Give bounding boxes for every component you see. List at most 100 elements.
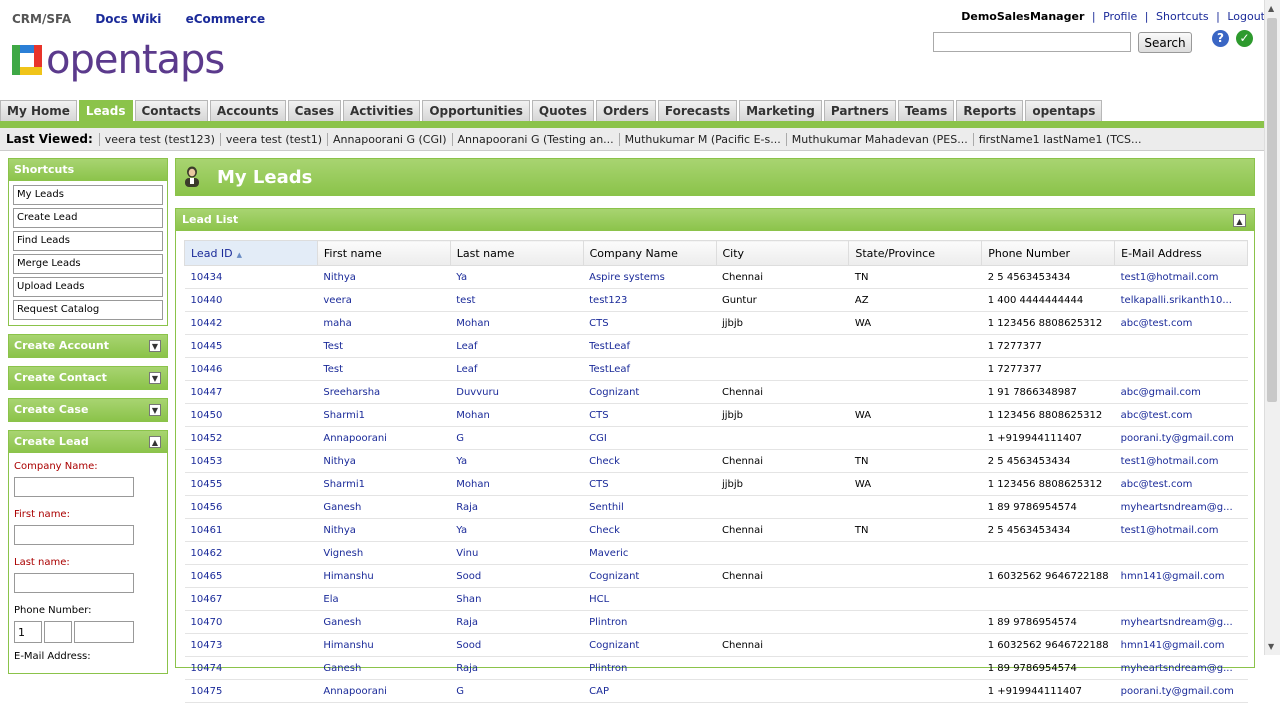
cell-e-mail-address[interactable]: hmn141@gmail.com [1114, 564, 1248, 588]
table-row[interactable]: 10447 Sreeharsha Duvvuru Cognizant Chennai 1 … [184, 380, 1248, 404]
cell-e-mail-address[interactable]: hmn141@gmail.com [1114, 633, 1248, 657]
cell-first-name[interactable]: Ganesh [317, 610, 451, 634]
cell-last-name[interactable]: Leaf [450, 334, 584, 358]
cell-company-name[interactable]: CTS [583, 403, 716, 427]
collapse-icon[interactable]: ▲ [149, 436, 161, 448]
cell-first-name[interactable]: Himanshu [317, 633, 451, 657]
opentaps-logo[interactable]: opentaps [12, 38, 225, 82]
cell-first-name[interactable]: Sharmi1 [317, 472, 451, 496]
cell-company-name[interactable]: TestLeaf [583, 357, 716, 381]
column-header-company-name[interactable]: Company Name [582, 240, 717, 266]
cell-company-name[interactable]: CTS [583, 472, 716, 496]
table-row[interactable]: 10467 Ela Shan HCL [184, 587, 1248, 611]
docs-wiki-link[interactable]: Docs Wiki [95, 12, 161, 26]
cell-e-mail-address[interactable]: test1@hotmail.com [1114, 449, 1248, 473]
expand-icon[interactable]: ▼ [149, 340, 161, 352]
cell-e-mail-address[interactable]: telkapalli.srikanth10... [1114, 288, 1248, 312]
cell-first-name[interactable]: Himanshu [317, 564, 451, 588]
tab-my-home[interactable]: My Home [0, 100, 77, 121]
cell-lead-id[interactable]: 10440 [184, 288, 318, 312]
cell-company-name[interactable]: Cognizant [583, 633, 716, 657]
last-viewed-item[interactable]: firstName1 lastName1 (TCS... [972, 132, 1147, 146]
tab-contacts[interactable]: Contacts [134, 100, 208, 121]
cell-e-mail-address[interactable]: myheartsndream@g... [1114, 495, 1248, 519]
last-viewed-item[interactable]: veera test (test123) [98, 132, 220, 146]
table-row[interactable]: 10473 Himanshu Sood Cognizant Chennai 1 60325… [184, 633, 1248, 657]
last-viewed-item[interactable]: veera test (test1) [219, 132, 327, 146]
last-viewed-item[interactable]: Annapoorani G (Testing an... [451, 132, 619, 146]
tab-activities[interactable]: Activities [342, 100, 421, 121]
cell-lead-id[interactable]: 10473 [184, 633, 318, 657]
column-header-state-province[interactable]: State/Province [848, 240, 983, 266]
cell-first-name[interactable]: Nithya [317, 265, 451, 289]
tab-reports[interactable]: Reports [956, 100, 1024, 121]
cell-first-name[interactable]: maha [317, 311, 451, 335]
cell-e-mail-address[interactable]: myheartsndream@g... [1114, 656, 1248, 680]
cell-last-name[interactable]: test [450, 288, 584, 312]
cell-company-name[interactable]: CGI [583, 426, 716, 450]
phone-country-code-input[interactable] [14, 621, 42, 643]
cell-e-mail-address[interactable]: abc@test.com [1114, 311, 1248, 335]
first-name-input[interactable] [14, 525, 134, 545]
cell-first-name[interactable]: Nithya [317, 518, 451, 542]
column-header-phone-number[interactable]: Phone Number [981, 240, 1116, 266]
last-name-input[interactable] [14, 573, 134, 593]
cell-last-name[interactable]: Duvvuru [450, 380, 584, 404]
scroll-down-icon[interactable]: ▼ [1268, 642, 1274, 651]
cell-lead-id[interactable]: 10450 [184, 403, 318, 427]
table-row[interactable]: 10456 Ganesh Raja Senthil 1 89 9786954574 myh… [184, 495, 1248, 519]
cell-lead-id[interactable]: 10452 [184, 426, 318, 450]
create-lead-header[interactable]: Create Lead ▲ [9, 431, 167, 453]
cell-lead-id[interactable]: 10470 [184, 610, 318, 634]
crm-sfa-link[interactable]: CRM/SFA [12, 12, 71, 26]
cell-last-name[interactable]: Raja [450, 656, 584, 680]
cell-last-name[interactable]: Raja [450, 610, 584, 634]
tab-forecasts[interactable]: Forecasts [657, 100, 738, 121]
cell-last-name[interactable]: G [450, 426, 584, 450]
cell-first-name[interactable]: Ganesh [317, 656, 451, 680]
table-row[interactable]: 10461 Nithya Ya Check Chennai TN 2 5 456345343… [184, 518, 1248, 542]
tab-accounts[interactable]: Accounts [209, 100, 286, 121]
table-row[interactable]: 10442 maha Mohan CTS jjbjb WA 1 123456 8808625… [184, 311, 1248, 335]
cell-last-name[interactable]: Ya [450, 265, 584, 289]
create-contact-header[interactable]: Create Contact ▼ [9, 367, 167, 389]
scrollbar-thumb[interactable] [1267, 18, 1277, 402]
expand-icon[interactable]: ▼ [149, 404, 161, 416]
page-scrollbar[interactable]: ▲ ▼ [1264, 0, 1280, 655]
tab-partners[interactable]: Partners [823, 100, 896, 121]
create-account-header[interactable]: Create Account ▼ [9, 335, 167, 357]
cell-first-name[interactable]: Test [317, 357, 451, 381]
company-name-input[interactable] [14, 477, 134, 497]
table-row[interactable]: 10445 Test Leaf TestLeaf 1 7277377 [184, 334, 1248, 358]
cell-e-mail-address[interactable]: test1@hotmail.com [1114, 518, 1248, 542]
cell-company-name[interactable]: TestLeaf [583, 334, 716, 358]
shortcuts-link[interactable]: Shortcuts [1156, 10, 1209, 23]
column-header-lead-id[interactable]: Lead ID ▲ [184, 240, 318, 266]
cell-last-name[interactable]: Mohan [450, 311, 584, 335]
table-row[interactable]: 10455 Sharmi1 Mohan CTS jjbjb WA 1 123456 8808… [184, 472, 1248, 496]
table-row[interactable]: 10452 Annapoorani G CGI 1 +919944111407 poora… [184, 426, 1248, 450]
table-row[interactable]: 10434 Nithya Ya Aspire systems Chennai TN 2 5 … [184, 265, 1248, 289]
table-row[interactable]: 10450 Sharmi1 Mohan CTS jjbjb WA 1 123456 8808… [184, 403, 1248, 427]
cell-lead-id[interactable]: 10446 [184, 357, 318, 381]
last-viewed-item[interactable]: Muthukumar M (Pacific E-s... [618, 132, 786, 146]
table-row[interactable]: 10470 Ganesh Raja Plintron 1 89 9786954574 my… [184, 610, 1248, 634]
cell-lead-id[interactable]: 10475 [184, 679, 318, 703]
shortcut-create-lead[interactable]: Create Lead [13, 208, 163, 228]
check-icon[interactable]: ✓ [1236, 30, 1253, 47]
cell-lead-id[interactable]: 10474 [184, 656, 318, 680]
cell-lead-id[interactable]: 10453 [184, 449, 318, 473]
column-header-city[interactable]: City [715, 240, 850, 266]
cell-first-name[interactable]: Sharmi1 [317, 403, 451, 427]
column-header-first-name[interactable]: First name [316, 240, 451, 266]
cell-last-name[interactable]: Vinu [450, 541, 584, 565]
last-viewed-item[interactable]: Annapoorani G (CGI) [327, 132, 452, 146]
cell-last-name[interactable]: Sood [450, 564, 584, 588]
cell-first-name[interactable]: Sreeharsha [317, 380, 451, 404]
expand-icon[interactable]: ▼ [149, 372, 161, 384]
cell-first-name[interactable]: Ela [317, 587, 451, 611]
cell-last-name[interactable]: Mohan [450, 472, 584, 496]
cell-company-name[interactable]: Plintron [583, 656, 716, 680]
tab-cases[interactable]: Cases [287, 100, 341, 121]
shortcut-my-leads[interactable]: My Leads [13, 185, 163, 205]
